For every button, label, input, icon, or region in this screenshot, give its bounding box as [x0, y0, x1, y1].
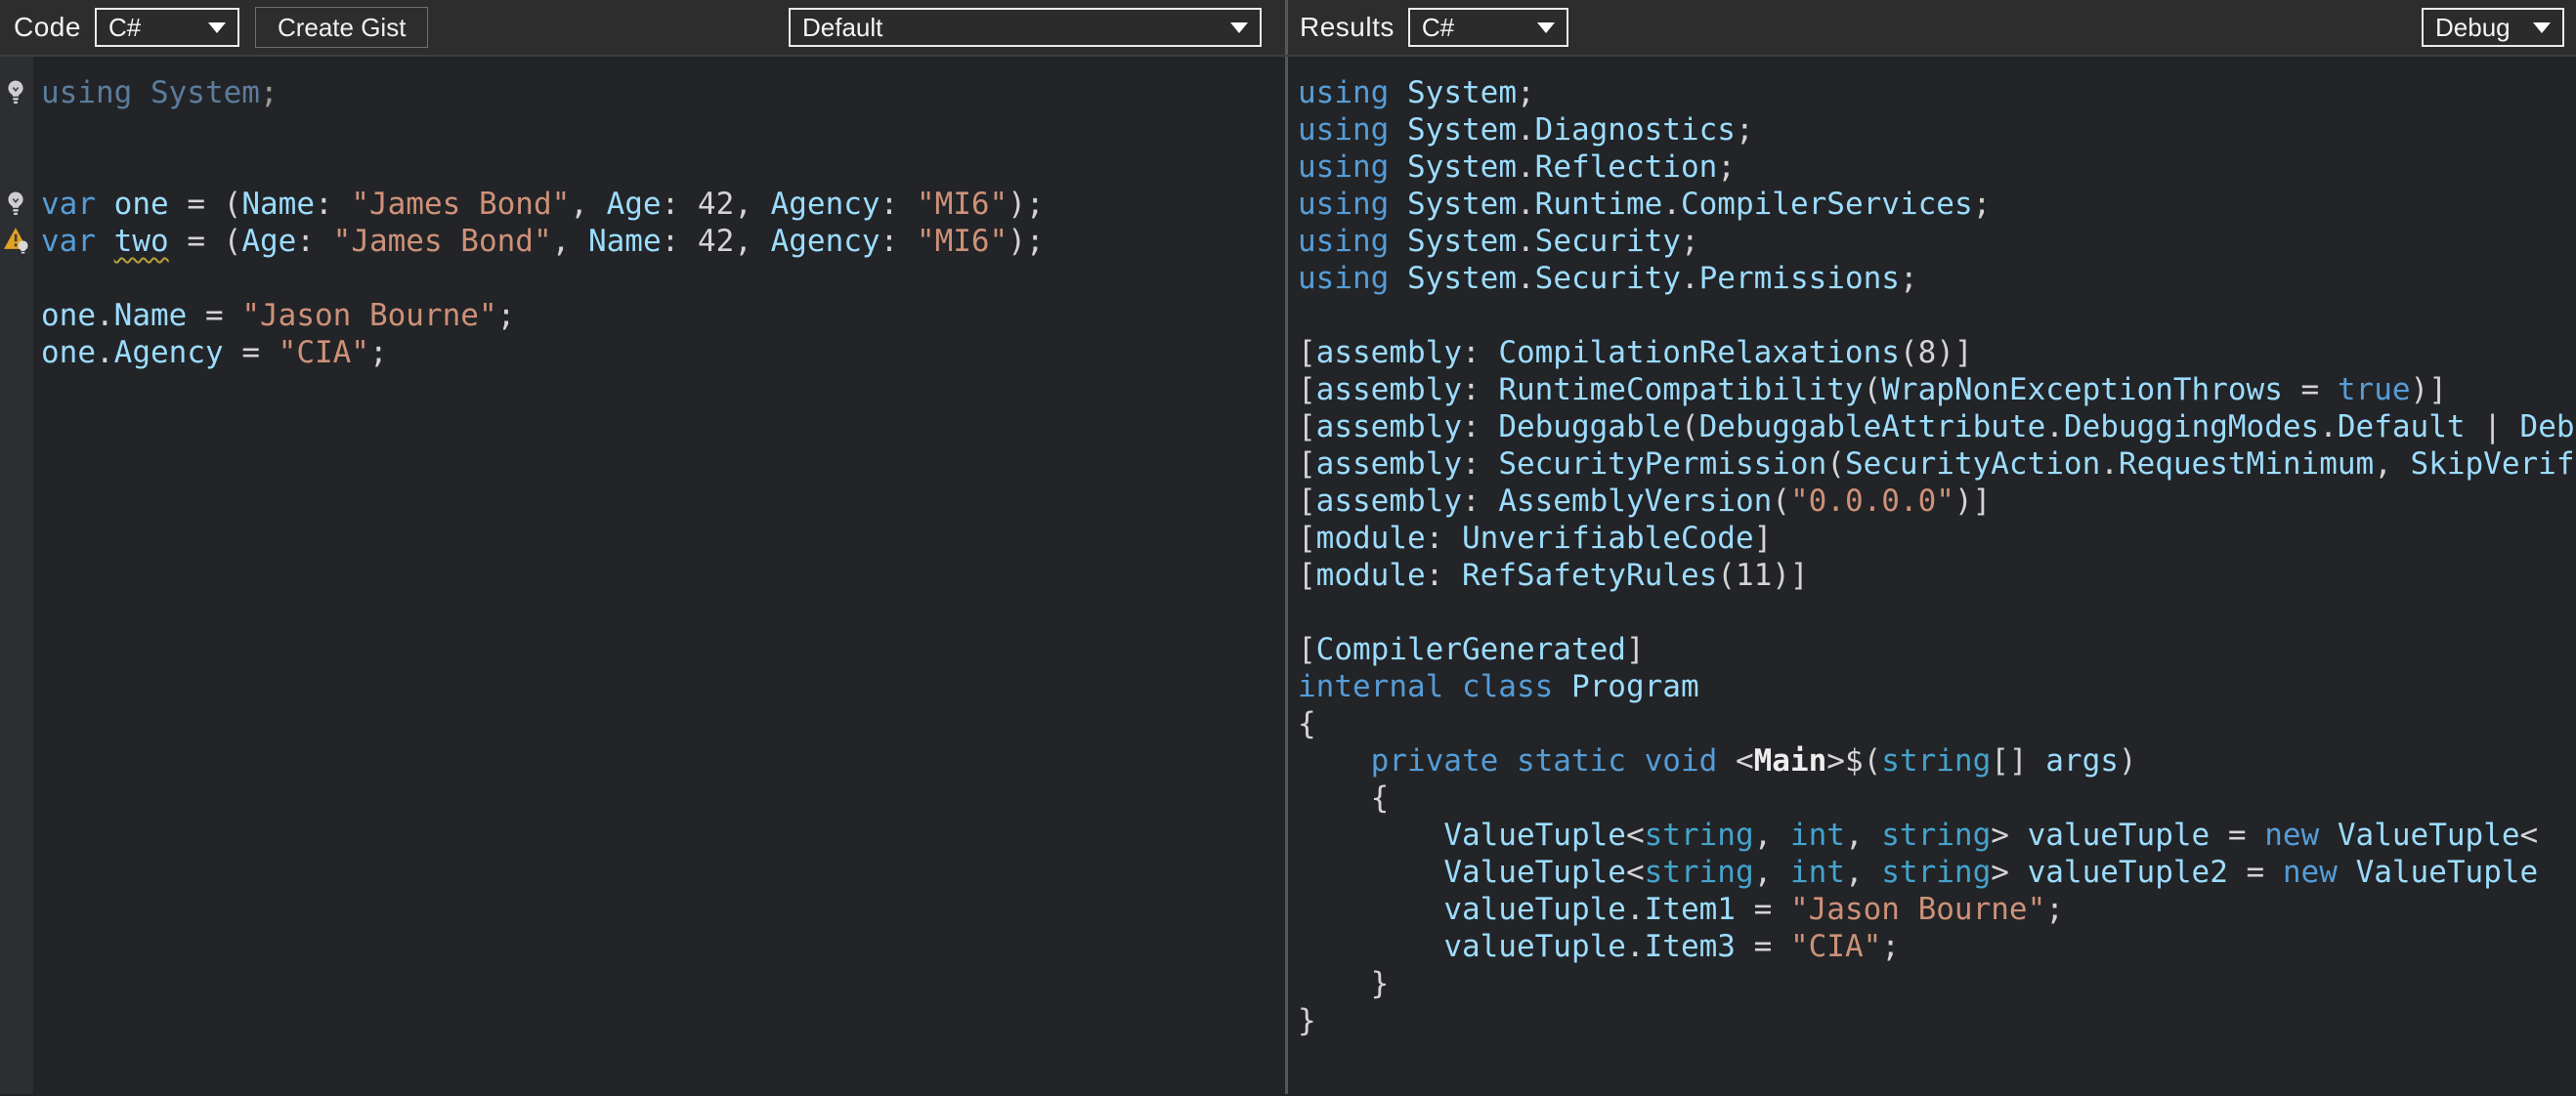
branch-select[interactable]: Default	[789, 8, 1262, 47]
lightbulb-icon[interactable]	[3, 78, 32, 111]
code-toolbar: Code C# Create Gist Default	[0, 0, 1288, 55]
build-mode-value: Debug	[2435, 13, 2511, 43]
results-code-line: [assembly: AssemblyVersion("0.0.0.0")]	[1298, 483, 2576, 520]
results-code-line: valueTuple.Item3 = "CIA";	[1298, 928, 2576, 965]
results-code-line: using System.Security.Permissions;	[1298, 260, 2576, 297]
results-label: Results	[1300, 12, 1395, 43]
results-code-line	[1298, 594, 2576, 631]
lightbulb-icon[interactable]	[3, 190, 32, 223]
results-language-value: C#	[1422, 13, 1454, 43]
results-code-line: [assembly: RuntimeCompatibility(WrapNonE…	[1298, 371, 2576, 408]
branch-value: Default	[802, 13, 882, 43]
code-label: Code	[14, 12, 81, 43]
results-code-line: {	[1298, 780, 2576, 817]
editor-code-line[interactable]	[41, 111, 1285, 148]
results-code-line	[1298, 297, 2576, 334]
results-code-line: }	[1298, 1002, 2576, 1039]
editor-code-line[interactable]: using System;	[41, 74, 1285, 111]
toolbar: Code C# Create Gist Default Results C# D…	[0, 0, 2576, 57]
results-code-line: [module: RefSafetyRules(11)]	[1298, 557, 2576, 594]
warning-quickfix-icon[interactable]	[3, 227, 32, 260]
chevron-down-icon	[2533, 22, 2551, 33]
editor-code-line[interactable]: one.Name = "Jason Bourne";	[41, 297, 1285, 334]
code-language-value: C#	[108, 13, 141, 43]
results-code-line: internal class Program	[1298, 668, 2576, 705]
decompiled-output: using System;using System.Diagnostics;us…	[1288, 57, 2576, 1094]
results-code-line: [module: UnverifiableCode]	[1298, 520, 2576, 557]
results-code-line: using System.Diagnostics;	[1298, 111, 2576, 148]
results-code-line: valueTuple.Item1 = "Jason Bourne";	[1298, 891, 2576, 928]
editor-code-line[interactable]: var two = (Age: "James Bond", Name: 42, …	[41, 223, 1285, 260]
results-code-line: ValueTuple<string, int, string> valueTup…	[1298, 854, 2576, 891]
chevron-down-icon	[208, 22, 226, 33]
editor-code-line[interactable]: one.Agency = "CIA";	[41, 334, 1285, 371]
code-language-select[interactable]: C#	[95, 8, 239, 47]
results-code-line: using System;	[1298, 74, 2576, 111]
results-toolbar: Results C# Debug	[1288, 0, 2576, 55]
chevron-down-icon	[1537, 22, 1555, 33]
create-gist-button[interactable]: Create Gist	[255, 7, 429, 48]
results-code-line: using System.Security;	[1298, 223, 2576, 260]
main-split-view: using System; var one = (Name: "James Bo…	[0, 57, 2576, 1094]
results-language-select[interactable]: C#	[1408, 8, 1568, 47]
results-code-line: [assembly: Debuggable(DebuggableAttribut…	[1298, 408, 2576, 445]
results-code-line: using System.Reflection;	[1298, 148, 2576, 186]
code-editor-panel[interactable]: using System; var one = (Name: "James Bo…	[0, 57, 1288, 1094]
results-code-line: }	[1298, 965, 2576, 1002]
results-code-line: [CompilerGenerated]	[1298, 631, 2576, 668]
editor-gutter	[0, 57, 33, 1094]
results-code-line: {	[1298, 705, 2576, 742]
build-mode-select[interactable]: Debug	[2422, 8, 2564, 47]
editor-code-line[interactable]	[41, 260, 1285, 297]
results-code-line: ValueTuple<string, int, string> valueTup…	[1298, 817, 2576, 854]
results-code-line: [assembly: CompilationRelaxations(8)]	[1298, 334, 2576, 371]
editor-code-line[interactable]: var one = (Name: "James Bond", Age: 42, …	[41, 186, 1285, 223]
results-code-line: private static void <Main>$(string[] arg…	[1298, 742, 2576, 780]
results-code-line: [assembly: SecurityPermission(SecurityAc…	[1298, 445, 2576, 483]
editor-code-line[interactable]	[41, 148, 1285, 186]
results-panel: using System;using System.Diagnostics;us…	[1288, 57, 2576, 1094]
chevron-down-icon	[1230, 22, 1248, 33]
code-editor[interactable]: using System; var one = (Name: "James Bo…	[33, 57, 1285, 1094]
quickfix-lightbulb-icon	[15, 239, 31, 259]
results-code-line: using System.Runtime.CompilerServices;	[1298, 186, 2576, 223]
